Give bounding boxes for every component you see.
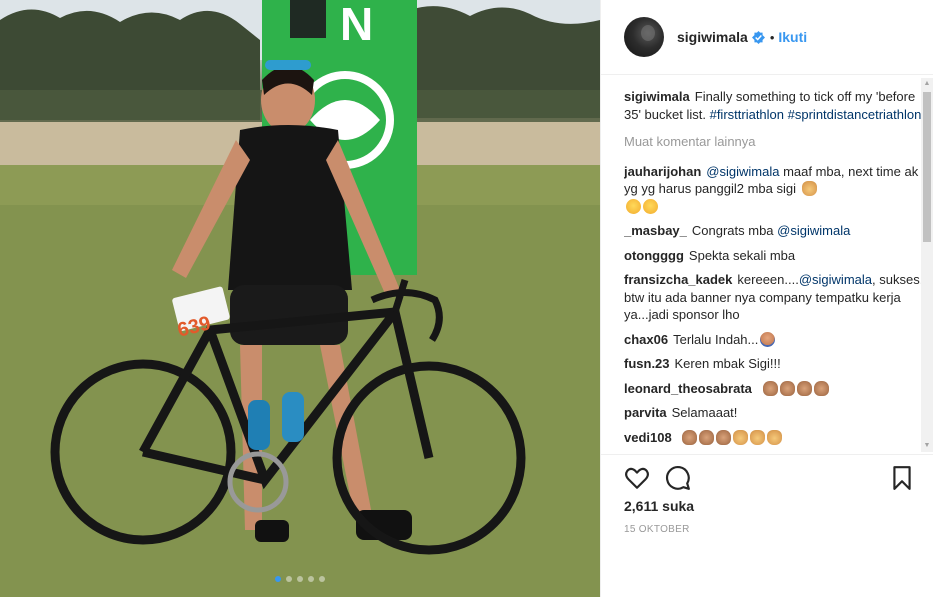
clapping-hands-emoji-icon <box>762 380 778 396</box>
clapping-hands-emoji-icon <box>716 429 732 445</box>
hashtag-link[interactable]: #firsttriathlon <box>710 107 784 122</box>
post-header: sigiwimala • Ikuti <box>601 0 933 75</box>
caption-username[interactable]: sigiwimala <box>624 89 690 104</box>
comment-username[interactable]: otongggg <box>624 248 684 263</box>
post-photo[interactable]: N 639 <box>0 0 600 597</box>
race-number: 639 <box>175 312 213 341</box>
comment-username[interactable]: fransizcha_kadek <box>624 272 732 287</box>
comment: parvita Selamaaat! <box>624 404 924 422</box>
bookmark-icon[interactable] <box>889 465 915 491</box>
follow-button[interactable]: Ikuti <box>778 29 807 45</box>
comment: otongggg Spekta sekali mba <box>624 247 924 265</box>
post-side-panel: sigiwimala • Ikuti sigiwimala Finally som… <box>600 0 933 597</box>
carousel-dot[interactable] <box>286 576 292 582</box>
comment: fransizcha_kadek kereeen....@sigiwimala, … <box>624 271 924 324</box>
comment-username[interactable]: _masbay_ <box>624 223 687 238</box>
verified-badge-icon <box>751 30 765 44</box>
comment: leonard_theosabrata <box>624 380 924 398</box>
thumbs-up-emoji-icon <box>750 429 766 445</box>
comment-text: Keren mbak Sigi!!! <box>674 356 781 371</box>
crying-face-emoji-icon <box>643 198 658 214</box>
comment-username[interactable]: parvita <box>624 405 667 420</box>
carousel-dot[interactable] <box>319 576 325 582</box>
scroll-down-arrow-icon[interactable]: ▼ <box>923 441 931 451</box>
comment: _masbay_ Congrats mba @sigiwimala <box>624 222 924 240</box>
mention-link[interactable]: @sigiwimala <box>777 223 850 238</box>
comment-username[interactable]: chax06 <box>624 332 668 347</box>
comment-text: Terlalu Indah... <box>673 331 759 347</box>
thumbs-up-emoji-icon <box>733 429 749 445</box>
mention-link[interactable]: @sigiwimala <box>706 164 779 179</box>
clapping-hands-emoji-icon <box>796 380 812 396</box>
carousel-dot[interactable] <box>297 576 303 582</box>
svg-text:N: N <box>340 0 373 50</box>
header-username[interactable]: sigiwimala <box>677 29 748 45</box>
photo-scene: N <box>0 0 600 597</box>
comments-scrollbar[interactable]: ▲ ▼ <box>921 78 933 452</box>
comment-text: Selamaaat! <box>671 405 738 420</box>
comment-username[interactable]: jauharijohan <box>624 164 701 179</box>
carousel-dot[interactable] <box>308 576 314 582</box>
comment: jauharijohan @sigiwimala maaf mba, next t… <box>624 163 924 216</box>
clapping-hands-emoji-icon <box>813 380 829 396</box>
thumbs-up-emoji-icon <box>767 429 783 445</box>
clapping-hands-emoji-icon <box>699 429 715 445</box>
crying-face-emoji-icon <box>626 198 641 214</box>
comment: fusn.23 Keren mbak Sigi!!! <box>624 355 924 373</box>
comment: chax06 Terlalu Indah... <box>624 331 924 349</box>
instagram-post: N 639 sigiwimala • Ikuti sigiwimala Fina… <box>0 0 933 597</box>
scroll-up-arrow-icon[interactable]: ▲ <box>923 79 931 89</box>
race-number-tag: 639 <box>175 312 213 341</box>
carousel-dot[interactable] <box>275 576 281 582</box>
clapping-hands-emoji-icon <box>779 380 795 396</box>
comment: vedi108 <box>624 429 924 447</box>
hashtag-link[interactable]: #sprintdistancetriathlon <box>788 107 922 122</box>
likes-count[interactable]: 2,611 suka <box>624 498 694 514</box>
comment-icon[interactable] <box>665 465 691 491</box>
mention-link[interactable]: @sigiwimala <box>799 272 872 287</box>
comment-text: Congrats mba <box>691 223 774 238</box>
load-more-comments-button[interactable]: Muat komentar lainnya <box>624 133 924 151</box>
avatar[interactable] <box>624 17 664 57</box>
carousel-dots <box>0 576 600 582</box>
comment-username[interactable]: vedi108 <box>624 430 672 445</box>
comments-list[interactable]: sigiwimala Finally something to tick off … <box>624 88 924 454</box>
caption: sigiwimala Finally something to tick off … <box>624 88 924 123</box>
clapping-hands-emoji-icon <box>682 429 698 445</box>
heart-icon[interactable] <box>624 465 650 491</box>
comment-username[interactable]: leonard_theosabrata <box>624 381 752 396</box>
comment-text: Spekta sekali mba <box>688 247 796 263</box>
header-separator: • <box>769 29 775 45</box>
praying-emoji-icon <box>760 331 776 347</box>
post-actions <box>601 454 933 499</box>
thumbs-up-emoji-icon <box>801 181 817 196</box>
comment-username[interactable]: fusn.23 <box>624 356 670 371</box>
scrollbar-thumb[interactable] <box>923 92 931 242</box>
post-date[interactable]: 15 OKTOBER <box>624 524 690 535</box>
comment-text-prefix: kereeen.... <box>737 272 799 287</box>
